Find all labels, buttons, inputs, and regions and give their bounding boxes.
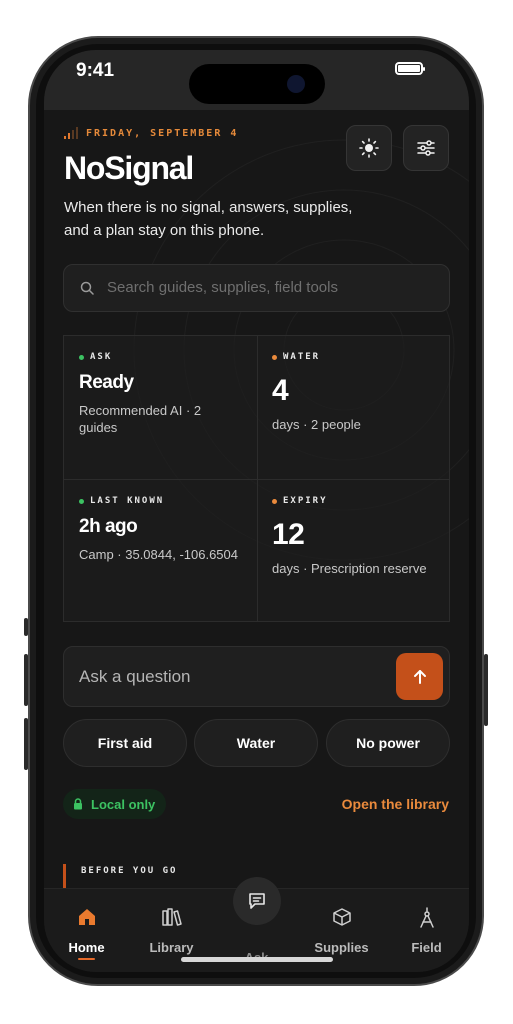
sliders-icon <box>417 140 435 156</box>
search-icon <box>80 281 94 295</box>
side-button <box>24 618 28 636</box>
date-row: FRIDAY, SEPTEMBER 4 <box>64 127 238 139</box>
card-value: 4 <box>272 374 289 407</box>
ask-tab-bubble <box>233 877 281 925</box>
active-indicator <box>78 958 95 960</box>
status-dot <box>79 354 84 360</box>
section-label: BEFORE YOU GO <box>81 866 178 876</box>
theme-toggle-button[interactable] <box>346 125 392 171</box>
ask-question-input[interactable]: Ask a question <box>63 646 450 707</box>
open-library-link[interactable]: Open the library <box>342 796 449 812</box>
volume-down-button <box>24 718 28 770</box>
app-subtitle: When there is no signal, answers, suppli… <box>64 199 353 239</box>
compass-icon <box>419 907 434 928</box>
card-note: Camp · 35.0844, -106.6504 <box>79 547 238 562</box>
ask-placeholder: Ask a question <box>79 667 191 686</box>
status-time: 9:41 <box>76 60 115 81</box>
ask-card[interactable]: ASK Ready Recommended AI · 2 guides <box>79 352 259 436</box>
last-known-card[interactable]: LAST KNOWN 2h ago Camp · 35.0844, -106.6… <box>79 496 259 563</box>
card-note: days · Prescription reserve <box>272 561 427 576</box>
search-input[interactable]: Search guides, supplies, field tools <box>63 264 450 312</box>
status-grid: ASK Ready Recommended AI · 2 guides WATE… <box>63 335 450 622</box>
dynamic-island <box>189 64 325 104</box>
card-label: WATER <box>283 352 321 362</box>
card-value: Ready <box>79 372 134 393</box>
volume-up-button <box>24 654 28 706</box>
battery-icon <box>395 62 425 75</box>
chip-water[interactable]: Water <box>194 719 318 767</box>
status-dot <box>272 354 277 360</box>
card-note: Recommended AI · 2 guides <box>79 403 202 435</box>
status-bar: 9:41 <box>44 50 469 110</box>
chip-first-aid[interactable]: First aid <box>63 719 187 767</box>
tab-field[interactable]: Field <box>384 889 469 972</box>
search-placeholder: Search guides, supplies, field tools <box>107 279 338 296</box>
chip-no-power[interactable]: No power <box>326 719 450 767</box>
signal-bars-icon <box>64 127 78 139</box>
home-icon <box>78 909 95 925</box>
tab-label: Home <box>68 940 105 955</box>
settings-button[interactable] <box>403 125 449 171</box>
card-label: LAST KNOWN <box>90 496 165 506</box>
sun-icon <box>359 138 379 158</box>
send-button[interactable] <box>396 653 443 700</box>
tab-label: Field <box>411 940 442 955</box>
box-icon <box>332 908 351 926</box>
badge-label: Local only <box>91 796 156 812</box>
card-label: EXPIRY <box>283 496 328 506</box>
arrow-up-icon <box>413 669 426 684</box>
card-value: 12 <box>272 518 305 551</box>
local-only-badge: Local only <box>63 789 167 819</box>
chat-icon <box>249 893 265 909</box>
card-label: ASK <box>90 352 113 362</box>
status-dot <box>272 498 277 504</box>
date-label: FRIDAY, SEPTEMBER 4 <box>86 128 239 139</box>
tab-home[interactable]: Home <box>44 889 129 972</box>
card-note: days · 2 people <box>272 417 361 432</box>
water-card[interactable]: WATER 4 days · 2 people <box>272 352 452 433</box>
lock-icon <box>74 798 82 810</box>
power-button <box>484 654 488 726</box>
expiry-card[interactable]: EXPIRY 12 days · Prescription reserve <box>272 496 452 577</box>
books-icon <box>161 908 182 926</box>
card-value: 2h ago <box>79 516 138 537</box>
status-dot <box>79 498 84 504</box>
grid-divider <box>64 479 449 480</box>
home-indicator[interactable] <box>181 957 333 962</box>
app-title: NoSignal <box>64 150 194 186</box>
camera-icon <box>287 75 305 93</box>
tab-label: Library <box>149 940 194 955</box>
tab-label: Supplies <box>314 940 369 955</box>
app-screen: 9:41 FRIDAY, SEPTEMBER 4 NoSignal When t… <box>44 50 469 972</box>
